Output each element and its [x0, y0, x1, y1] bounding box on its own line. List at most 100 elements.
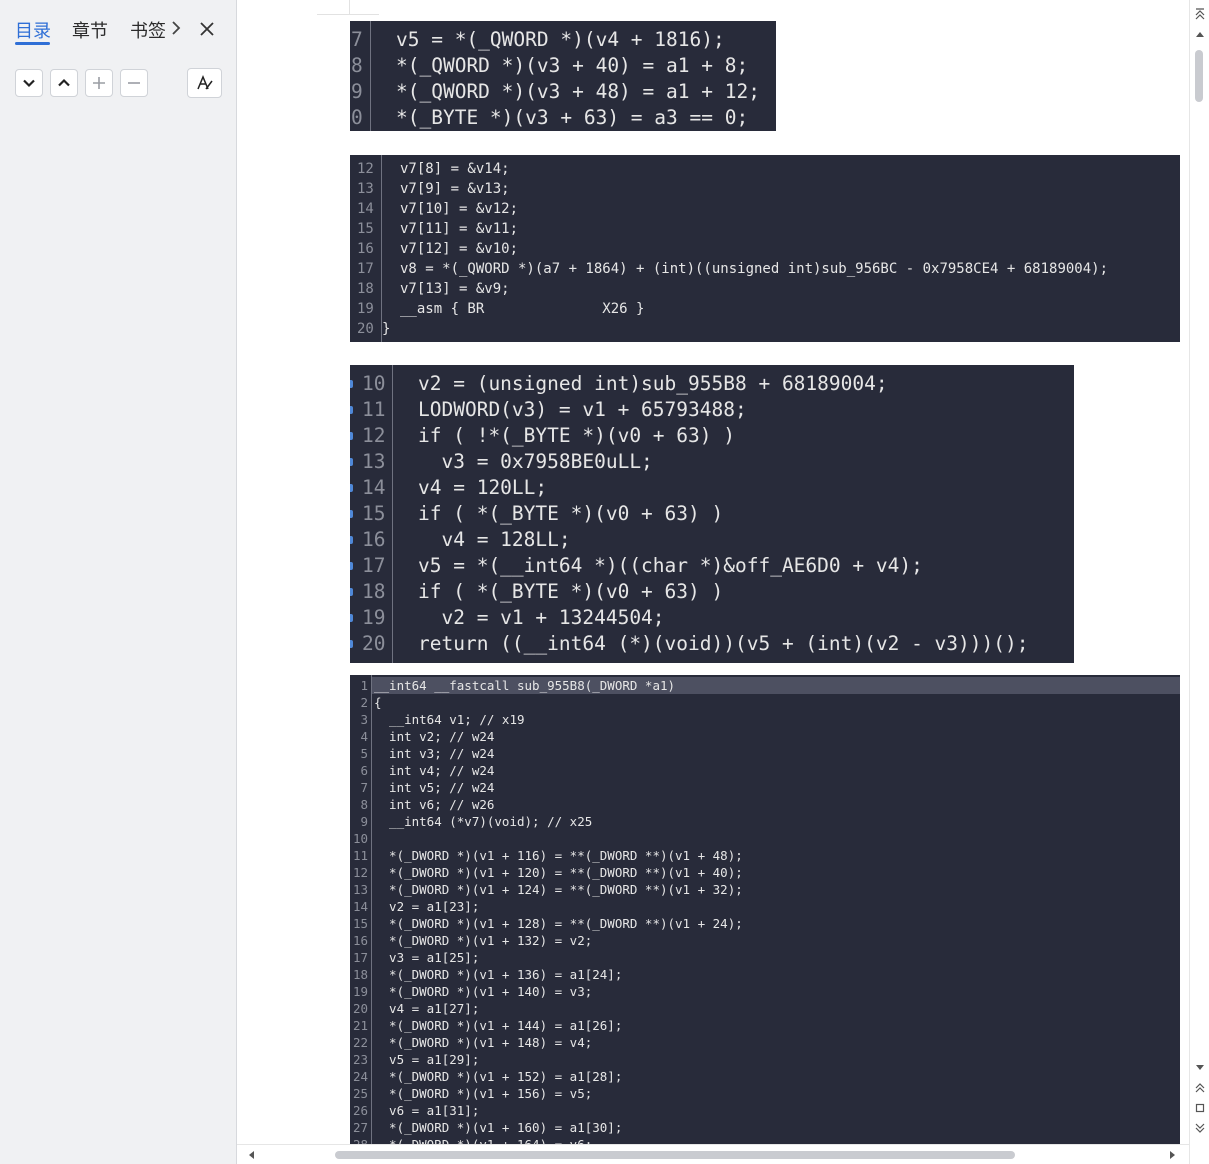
code-text: return ((__int64 (*)(void))(v5 + (int)(v…: [418, 632, 1029, 655]
line-number: 7: [360, 780, 368, 795]
previous-page-icon[interactable]: [1193, 1082, 1207, 1094]
line-number: 18: [362, 580, 386, 603]
code-screenshot-3: 10 v2 = (unsigned int)sub_955B8 + 6818900…: [350, 365, 1074, 663]
line-number: 17: [357, 261, 374, 277]
tab-chapters[interactable]: 章节: [72, 17, 108, 43]
code-line: 7 v5 = *(_QWORD *)(v4 + 1816);: [350, 27, 776, 53]
code-line: 3 __int64 v1; // x19: [350, 711, 1180, 728]
code-text: v7[11] = &v11;: [400, 221, 519, 237]
code-line: 8 *(_QWORD *)(v3 + 40) = a1 + 8;: [350, 53, 776, 79]
chevron-right-icon[interactable]: [165, 17, 187, 39]
code-text: LODWORD(v3) = v1 + 65793488;: [418, 398, 747, 421]
code-text: if ( *(_BYTE *)(v0 + 63) ): [418, 502, 724, 525]
code-line: 13 *(_DWORD *)(v1 + 124) = **(_DWORD **)…: [350, 881, 1180, 898]
code-text: v2 = v1 + 13244504;: [418, 606, 665, 629]
code-text: *(_DWORD *)(v1 + 128) = **(_DWORD **)(v1…: [374, 916, 743, 931]
line-number: 22: [352, 1035, 368, 1050]
code-line: 10 v2 = (unsigned int)sub_955B8 + 6818900…: [350, 371, 1074, 397]
scroll-right-icon[interactable]: [1167, 1149, 1179, 1161]
code-text: v5 = *(__int64 *)((char *)&off_AE6D0 + v…: [418, 554, 923, 577]
next-page-icon[interactable]: [1193, 1122, 1207, 1134]
code-line: 22 *(_DWORD *)(v1 + 148) = v4;: [350, 1034, 1180, 1051]
horizontal-scroll-thumb[interactable]: [335, 1151, 1015, 1159]
sidebar: 目录 章节 书签: [0, 0, 237, 1164]
code-text: *(_DWORD *)(v1 + 124) = **(_DWORD **)(v1…: [374, 882, 743, 897]
line-number: 27: [352, 1120, 368, 1135]
line-number: 26: [352, 1103, 368, 1118]
line-number: 14: [352, 899, 368, 914]
code-text: *(_DWORD *)(v1 + 140) = v3;: [374, 984, 593, 999]
vertical-scroll-thumb[interactable]: [1195, 50, 1203, 102]
code-line: 6 int v4; // w24: [350, 762, 1180, 779]
line-number: 23: [352, 1052, 368, 1067]
document-view[interactable]: 7 v5 = *(_QWORD *)(v4 + 1816); 8 *(_QWORD …: [237, 0, 1189, 1144]
line-number: 14: [357, 201, 374, 217]
tab-bookmarks[interactable]: 书签: [130, 17, 166, 43]
code-text: *(_DWORD *)(v1 + 148) = v4;: [374, 1035, 593, 1050]
line-number: 12: [362, 424, 386, 447]
line-number: 10: [352, 831, 368, 846]
scroll-left-icon[interactable]: [245, 1149, 257, 1161]
line-number: 6: [360, 763, 368, 778]
code-line: 24 *(_DWORD *)(v1 + 152) = a1[28];: [350, 1068, 1180, 1085]
text-recognize-icon[interactable]: [187, 68, 222, 98]
line-number: 24: [352, 1069, 368, 1084]
line-number: 17: [352, 950, 368, 965]
code-text: *(_DWORD *)(v1 + 136) = a1[24];: [374, 967, 623, 982]
code-line: 16 v4 = 128LL;: [350, 527, 1074, 553]
line-number: 3: [360, 712, 368, 727]
scroll-up-icon[interactable]: [1193, 28, 1207, 40]
code-text: *(_DWORD *)(v1 + 144) = a1[26];: [374, 1018, 623, 1033]
chevron-up-icon[interactable]: [50, 69, 78, 97]
code-text: int v2; // w24: [374, 729, 495, 744]
code-text: __int64 v1; // x19: [374, 712, 525, 727]
code-line: 16 v7[12] = &v10;: [350, 239, 1180, 259]
code-text: *(_QWORD *)(v3 + 40) = a1 + 8;: [396, 54, 749, 77]
code-text: int v4; // w24: [374, 763, 495, 778]
vertical-scrollbar[interactable]: [1189, 0, 1209, 1164]
close-icon[interactable]: [197, 19, 217, 39]
horizontal-scrollbar[interactable]: [237, 1144, 1189, 1164]
code-text: v7[12] = &v10;: [400, 241, 519, 257]
page-view-icon[interactable]: [1193, 1102, 1207, 1114]
code-line: 4 int v2; // w24: [350, 728, 1180, 745]
page-edge: [317, 14, 379, 15]
code-line: 15 v7[11] = &v11;: [350, 219, 1180, 239]
scroll-down-icon[interactable]: [1193, 1062, 1207, 1074]
line-number: 19: [352, 984, 368, 999]
code-line: 26 v6 = a1[31];: [350, 1102, 1180, 1119]
tab-contents[interactable]: 目录: [15, 17, 51, 43]
code-line: 9 __int64 (*v7)(void); // x25: [350, 813, 1180, 830]
code-line: 19 *(_DWORD *)(v1 + 140) = v3;: [350, 983, 1180, 1000]
code-text: v3 = 0x7958BE0uLL;: [418, 450, 653, 473]
code-text: *(_DWORD *)(v1 + 120) = **(_DWORD **)(v1…: [374, 865, 743, 880]
chevron-down-icon[interactable]: [15, 69, 43, 97]
code-text: *(_DWORD *)(v1 + 164) = v6;: [374, 1136, 592, 1144]
line-number: 11: [362, 398, 386, 421]
code-text: v4 = 128LL;: [418, 528, 571, 551]
code-line: 12 v7[8] = &v14;: [350, 159, 1180, 179]
code-line: 11 *(_DWORD *)(v1 + 116) = **(_DWORD **)…: [350, 847, 1180, 864]
code-line: 19 v2 = v1 + 13244504;: [350, 605, 1074, 631]
line-number: 8: [351, 54, 363, 77]
plus-icon[interactable]: [85, 69, 113, 97]
code-line: 27 *(_DWORD *)(v1 + 160) = a1[30];: [350, 1119, 1180, 1136]
code-line: 1 __int64 __fastcall sub_955B8(_DWORD *a1…: [350, 677, 1180, 694]
code-line: 17 v3 = a1[25];: [350, 949, 1180, 966]
code-line: 12 if ( !*(_BYTE *)(v0 + 63) ): [350, 423, 1074, 449]
code-text: v3 = a1[25];: [374, 950, 480, 965]
code-line: 15 *(_DWORD *)(v1 + 128) = **(_DWORD **)…: [350, 915, 1180, 932]
line-number: 9: [351, 80, 363, 103]
line-number: 12: [357, 161, 374, 177]
line-number: 21: [352, 1018, 368, 1033]
code-line: 12 *(_DWORD *)(v1 + 120) = **(_DWORD **)…: [350, 864, 1180, 881]
line-number: 20: [362, 632, 386, 655]
code-text: *(_BYTE *)(v3 + 63) = a3 == 0;: [396, 106, 749, 129]
code-line: 18 if ( *(_BYTE *)(v0 + 63) ): [350, 579, 1074, 605]
code-text: v4 = 120LL;: [418, 476, 548, 499]
code-text: int v6; // w26: [374, 797, 495, 812]
scroll-to-top-icon[interactable]: [1193, 8, 1207, 20]
minus-icon[interactable]: [120, 69, 148, 97]
code-line: 14 v4 = 120LL;: [350, 475, 1074, 501]
line-number: 15: [362, 502, 386, 525]
